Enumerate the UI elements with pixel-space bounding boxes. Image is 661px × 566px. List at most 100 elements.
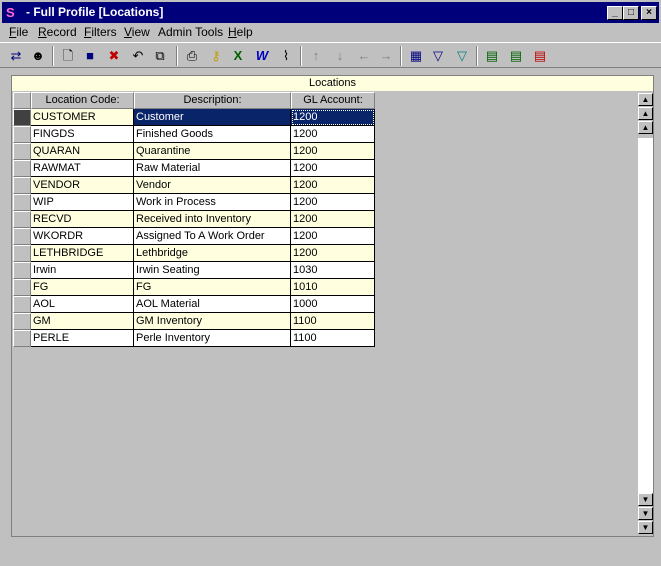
column-header-location-code[interactable]: Location Code: xyxy=(31,92,134,109)
word-icon[interactable]: W xyxy=(252,46,272,66)
profile-icon[interactable]: ☻ xyxy=(28,46,48,66)
menu-view[interactable]: View xyxy=(124,25,150,39)
cell-gl-account[interactable]: 1200 xyxy=(291,109,375,126)
scroll-first-button[interactable]: ▲ xyxy=(638,93,653,106)
cell-location-code[interactable]: GM xyxy=(31,313,134,330)
excel-icon[interactable]: X xyxy=(228,46,248,66)
cell-location-code[interactable]: QUARAN xyxy=(31,143,134,160)
cell-location-code[interactable]: Irwin xyxy=(31,262,134,279)
filter-icon[interactable]: ▽ xyxy=(428,46,448,66)
menu-file[interactable]: File xyxy=(9,25,28,39)
cell-description[interactable]: Irwin Seating xyxy=(134,262,291,279)
row-selector[interactable] xyxy=(13,160,31,177)
cell-description[interactable]: Quarantine xyxy=(134,143,291,160)
row-selector[interactable] xyxy=(13,330,31,347)
cell-description[interactable]: GM Inventory xyxy=(134,313,291,330)
close-button[interactable]: × xyxy=(641,6,657,20)
row-selector[interactable] xyxy=(13,177,31,194)
menu-record[interactable]: Record xyxy=(38,25,77,39)
cell-description[interactable]: Customer xyxy=(134,109,291,126)
key-icon[interactable]: ⚷ xyxy=(206,46,226,66)
cell-gl-account[interactable]: 1030 xyxy=(291,262,375,279)
report-delete-icon[interactable]: ▤ xyxy=(530,46,550,66)
scroll-down-button[interactable]: ▼ xyxy=(638,493,653,506)
scroll-up-button[interactable]: ▲ xyxy=(638,121,653,134)
cell-location-code[interactable]: CUSTOMER xyxy=(31,109,134,126)
row-selector[interactable] xyxy=(13,143,31,160)
calculator-icon[interactable]: ▦ xyxy=(406,46,426,66)
cell-description[interactable]: Perle Inventory xyxy=(134,330,291,347)
attach-icon[interactable]: ⌇ xyxy=(276,46,296,66)
scroll-page-down-button[interactable]: ▼ xyxy=(638,507,653,520)
row-selector[interactable] xyxy=(13,279,31,296)
row-selector[interactable] xyxy=(13,109,31,126)
cell-location-code[interactable]: FINGDS xyxy=(31,126,134,143)
row-selector[interactable] xyxy=(13,296,31,313)
cell-description[interactable]: FG xyxy=(134,279,291,296)
cell-gl-account[interactable]: 1010 xyxy=(291,279,375,296)
cell-gl-account[interactable]: 1000 xyxy=(291,296,375,313)
row-selector[interactable] xyxy=(13,228,31,245)
arrow-down-icon[interactable]: ↓ xyxy=(330,46,350,66)
cell-location-code[interactable]: PERLE xyxy=(31,330,134,347)
cell-location-code[interactable]: AOL xyxy=(31,296,134,313)
scroll-last-button[interactable]: ▼ xyxy=(638,521,653,534)
report-edit-icon[interactable]: ▤ xyxy=(506,46,526,66)
cell-gl-account[interactable]: 1200 xyxy=(291,177,375,194)
menu-filters[interactable]: Filters xyxy=(84,25,117,39)
cell-gl-account[interactable]: 1200 xyxy=(291,211,375,228)
cell-description[interactable]: Vendor xyxy=(134,177,291,194)
column-header-description[interactable]: Description: xyxy=(134,92,291,109)
column-header-gl-account[interactable]: GL Account: xyxy=(291,92,375,109)
cell-description[interactable]: AOL Material xyxy=(134,296,291,313)
cell-location-code[interactable]: WIP xyxy=(31,194,134,211)
menu-help[interactable]: Help xyxy=(228,25,253,39)
cell-description[interactable]: Lethbridge xyxy=(134,245,291,262)
cell-location-code[interactable]: RAWMAT xyxy=(31,160,134,177)
cell-gl-account[interactable]: 1200 xyxy=(291,160,375,177)
nav-icon[interactable]: ⇄ xyxy=(6,46,26,66)
report-icon[interactable]: ▤ xyxy=(482,46,502,66)
scroll-page-up-button[interactable]: ▲ xyxy=(638,107,653,120)
cell-description[interactable]: Raw Material xyxy=(134,160,291,177)
vertical-scrollbar[interactable]: ▲ ▲ ▲ ▼ ▼ ▼ xyxy=(638,91,653,536)
copy-icon[interactable]: ⧉ xyxy=(150,46,170,66)
delete-icon[interactable]: ✖ xyxy=(104,46,124,66)
cell-gl-account[interactable]: 1200 xyxy=(291,126,375,143)
arrow-left-icon[interactable]: ← xyxy=(354,46,374,66)
row-selector[interactable] xyxy=(13,211,31,228)
cell-description[interactable]: Finished Goods xyxy=(134,126,291,143)
row-selector[interactable] xyxy=(13,245,31,262)
scroll-track[interactable] xyxy=(638,138,653,493)
print-icon[interactable]: ⎙ xyxy=(182,46,202,66)
row-selector[interactable] xyxy=(13,126,31,143)
cell-description[interactable]: Assigned To A Work Order xyxy=(134,228,291,245)
cell-gl-account[interactable]: 1200 xyxy=(291,228,375,245)
undo-icon[interactable]: ↶ xyxy=(128,46,148,66)
cell-gl-account[interactable]: 1200 xyxy=(291,194,375,211)
cell-location-code[interactable]: RECVD xyxy=(31,211,134,228)
cell-location-code[interactable]: VENDOR xyxy=(31,177,134,194)
new-document-icon[interactable]: 🗋 xyxy=(58,46,78,66)
save-icon[interactable]: ■ xyxy=(80,46,100,66)
menu-admin-tools[interactable]: Admin Tools xyxy=(158,25,223,39)
cell-gl-account[interactable]: 1200 xyxy=(291,245,375,262)
row-selector[interactable] xyxy=(13,262,31,279)
cell-gl-account[interactable]: 1100 xyxy=(291,330,375,347)
minimize-button[interactable]: _ xyxy=(607,6,623,20)
cell-gl-account[interactable]: 1200 xyxy=(291,143,375,160)
row-selector[interactable] xyxy=(13,194,31,211)
cell-description[interactable]: Work in Process xyxy=(134,194,291,211)
cell-location-code[interactable]: WKORDR xyxy=(31,228,134,245)
filter-clear-icon[interactable]: ▽ xyxy=(452,46,472,66)
maximize-button[interactable]: □ xyxy=(623,6,639,20)
cell-location-code[interactable]: LETHBRIDGE xyxy=(31,245,134,262)
app-icon[interactable]: S xyxy=(6,5,22,21)
arrow-right-icon[interactable]: → xyxy=(376,46,396,66)
arrow-up-icon[interactable]: ↑ xyxy=(306,46,326,66)
cell-location-code[interactable]: FG xyxy=(31,279,134,296)
cell-gl-account[interactable]: 1100 xyxy=(291,313,375,330)
toolbar-separator xyxy=(400,46,402,66)
row-selector[interactable] xyxy=(13,313,31,330)
cell-description[interactable]: Received into Inventory xyxy=(134,211,291,228)
